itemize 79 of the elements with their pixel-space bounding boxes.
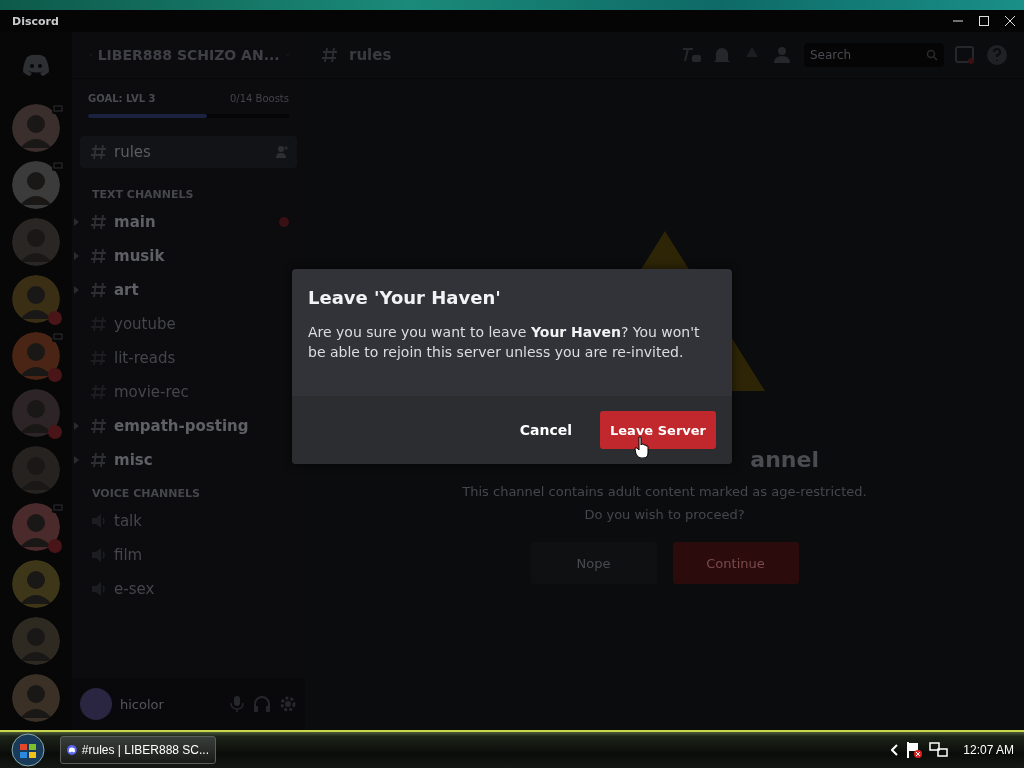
window-title: Discord <box>12 14 60 28</box>
hash-icon <box>90 452 108 468</box>
channel-name: film <box>114 546 144 564</box>
taskbar-label: #rules | LIBER888 SC... <box>81 743 209 757</box>
user-avatar[interactable] <box>80 688 112 720</box>
search-icon <box>926 49 938 61</box>
channel-name: main <box>114 213 157 231</box>
age-gate-text: This channel contains adult content marked as age-restricted. <box>462 483 867 501</box>
clock: 12:07 AM <box>963 743 1014 757</box>
channel-item[interactable]: misc <box>80 443 297 477</box>
dialog-message: Are you sure you want to leave Your Haven? You won't be able to rejoin this server unless you are re-invited. <box>307 323 701 362</box>
help-icon[interactable] <box>986 44 1008 66</box>
age-gate-heading: annel <box>750 447 819 472</box>
hash-icon <box>90 214 108 230</box>
channel-item[interactable]: lit-reads <box>80 341 297 375</box>
channel-item[interactable]: empath-posting <box>80 409 297 443</box>
server-avatar[interactable] <box>12 674 60 722</box>
server-avatar[interactable] <box>12 332 60 380</box>
channel-name: musik <box>114 247 166 265</box>
channel-item[interactable]: main <box>80 205 297 239</box>
server-avatar[interactable] <box>12 503 60 551</box>
cancel-button[interactable]: Cancel <box>499 411 592 449</box>
server-avatar[interactable] <box>12 446 60 494</box>
close-button[interactable] <box>1004 15 1016 27</box>
server-avatar[interactable] <box>12 560 60 608</box>
hash-icon <box>321 47 339 63</box>
channel-name: talk <box>114 512 143 530</box>
channel-name: art <box>114 281 140 299</box>
server-avatar[interactable] <box>12 389 60 437</box>
channel-name: rules <box>114 143 152 161</box>
hash-icon <box>90 144 108 160</box>
hash-icon <box>90 282 108 298</box>
channel-item[interactable]: talk <box>80 504 297 538</box>
add-member-icon[interactable] <box>275 145 289 159</box>
username: hicolor <box>120 696 165 712</box>
chevron-left-icon[interactable] <box>891 744 900 756</box>
channel-item[interactable]: art <box>80 273 297 307</box>
dialog-title: Leave 'Your Haven' <box>307 286 502 308</box>
discord-logo-icon[interactable] <box>22 54 50 76</box>
server-avatar[interactable] <box>12 218 60 266</box>
channel-name: e-sex <box>114 580 156 598</box>
search-field[interactable]: Search <box>804 43 944 67</box>
channel-name: misc <box>114 451 154 469</box>
channel-name: youtube <box>114 315 177 333</box>
category-label: VOICE CHANNELS <box>91 486 201 502</box>
taskbar-button[interactable]: #rules | LIBER888 SC... <box>60 736 216 764</box>
channel-name: movie-rec <box>114 383 190 401</box>
channel-item[interactable]: e-sex <box>80 572 297 606</box>
bell-icon[interactable] <box>712 46 732 64</box>
continue-button[interactable]: Continue <box>672 542 799 584</box>
channel-item[interactable]: musik <box>80 239 297 273</box>
threads-icon[interactable] <box>680 46 702 64</box>
flag-icon[interactable] <box>905 741 924 759</box>
microphone-icon[interactable] <box>229 695 245 713</box>
discord-logo-icon <box>67 742 77 758</box>
server-avatar[interactable] <box>12 617 60 665</box>
maximize-button[interactable] <box>978 15 990 27</box>
channel-item[interactable]: movie-rec <box>80 375 297 409</box>
channel-name: lit-reads <box>114 349 177 367</box>
server-avatar[interactable] <box>12 275 60 323</box>
decline-button[interactable]: Nope <box>530 542 657 584</box>
network-icon[interactable] <box>929 741 950 759</box>
goal-label: GOAL: LVL 3 <box>88 93 156 104</box>
start-button[interactable] <box>8 732 48 768</box>
hand-cursor-icon <box>634 436 650 458</box>
server-avatar[interactable] <box>12 161 60 209</box>
hash-icon <box>90 418 108 434</box>
channel-item[interactable]: rules <box>80 136 297 168</box>
channel-name: empath-posting <box>114 417 250 435</box>
channel-item[interactable]: youtube <box>80 307 297 341</box>
headphones-icon[interactable] <box>253 695 271 713</box>
hash-icon <box>90 248 108 264</box>
inbox-icon[interactable] <box>954 45 976 65</box>
server-avatar[interactable] <box>12 104 60 152</box>
settings-icon[interactable] <box>279 695 297 713</box>
channel-item[interactable]: film <box>80 538 297 572</box>
category-label: TEXT CHANNELS <box>91 187 195 203</box>
leave-server-button[interactable]: Leave Server <box>600 411 716 449</box>
age-gate-question: Do you wish to proceed? <box>584 506 745 524</box>
